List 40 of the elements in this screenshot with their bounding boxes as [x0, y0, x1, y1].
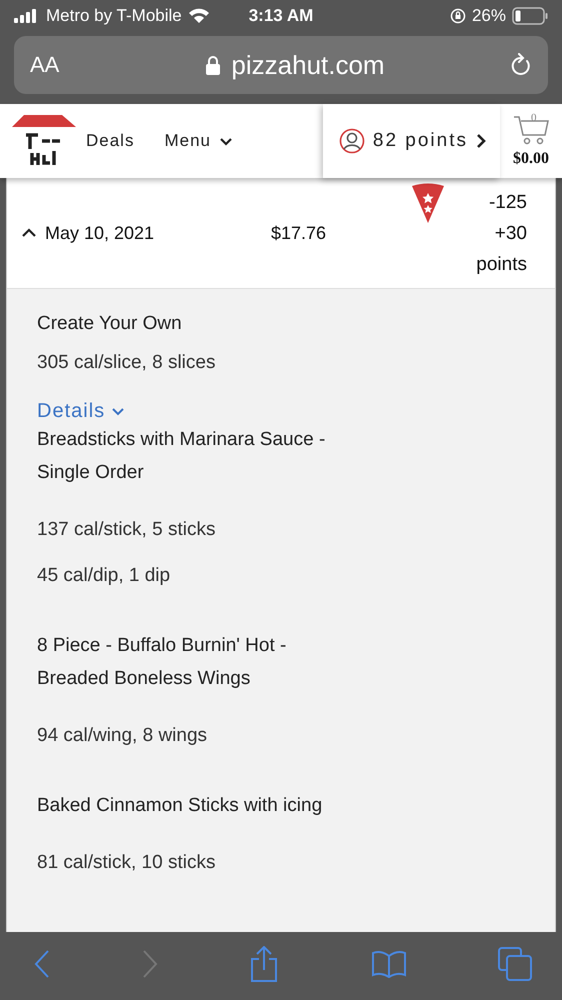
calorie-info: 137 cal/stick, 5 sticks — [37, 518, 216, 542]
pizza-slice-icon — [411, 182, 445, 224]
item-name: Create Your Own — [37, 312, 182, 336]
battery-icon — [512, 7, 548, 25]
chevron-down-icon — [111, 407, 126, 416]
rewards-points-button[interactable]: 82 points — [322, 104, 500, 178]
url-text: pizzahut.com — [231, 50, 385, 80]
calorie-info: 45 cal/dip, 1 dip — [37, 564, 170, 588]
points-change: +30 — [494, 222, 527, 246]
status-time: 3:13 AM — [248, 6, 314, 26]
share-icon[interactable] — [249, 946, 279, 982]
tabs-icon[interactable] — [498, 947, 532, 981]
calorie-info: 305 cal/slice, 8 slices — [37, 351, 216, 375]
item-name: 8 Piece - Buffalo Burnin' Hot - Breaded Boneless Wings — [37, 634, 288, 691]
details-link[interactable]: Details — [37, 400, 126, 423]
cart-icon — [513, 114, 549, 144]
wifi-icon — [188, 8, 210, 24]
order-total: $17.76 — [271, 222, 328, 244]
cart-total: $0.00 — [513, 150, 549, 168]
points-change: points — [476, 252, 527, 276]
carrier-name: Metro by T-Mobile — [46, 6, 182, 26]
item-name: Breadsticks with Marinara Sauce - Single Order — [37, 428, 326, 485]
book-icon[interactable] — [370, 950, 406, 978]
lock-icon — [205, 55, 222, 75]
text-size-button[interactable]: AA — [30, 52, 80, 78]
chevron-down-icon — [219, 136, 233, 146]
menu-dropdown[interactable]: Menu — [164, 131, 233, 151]
address-bar[interactable]: AA pizzahut.com — [14, 36, 548, 94]
calorie-info: 81 cal/stick, 10 sticks — [37, 851, 216, 875]
battery-percent: 26% — [472, 6, 506, 26]
order-date: May 10, 2021 — [45, 222, 154, 244]
deals-link[interactable]: Deals — [86, 131, 134, 151]
item-name: Baked Cinnamon Sticks with icing — [37, 794, 322, 818]
user-icon — [338, 128, 365, 154]
back-icon[interactable] — [34, 949, 50, 979]
rotation-lock-icon — [450, 8, 466, 24]
chevron-right-icon — [476, 133, 486, 149]
reload-icon[interactable] — [510, 53, 532, 77]
points-change: -125 — [488, 190, 527, 214]
calorie-info: 94 cal/wing, 8 wings — [37, 724, 208, 748]
